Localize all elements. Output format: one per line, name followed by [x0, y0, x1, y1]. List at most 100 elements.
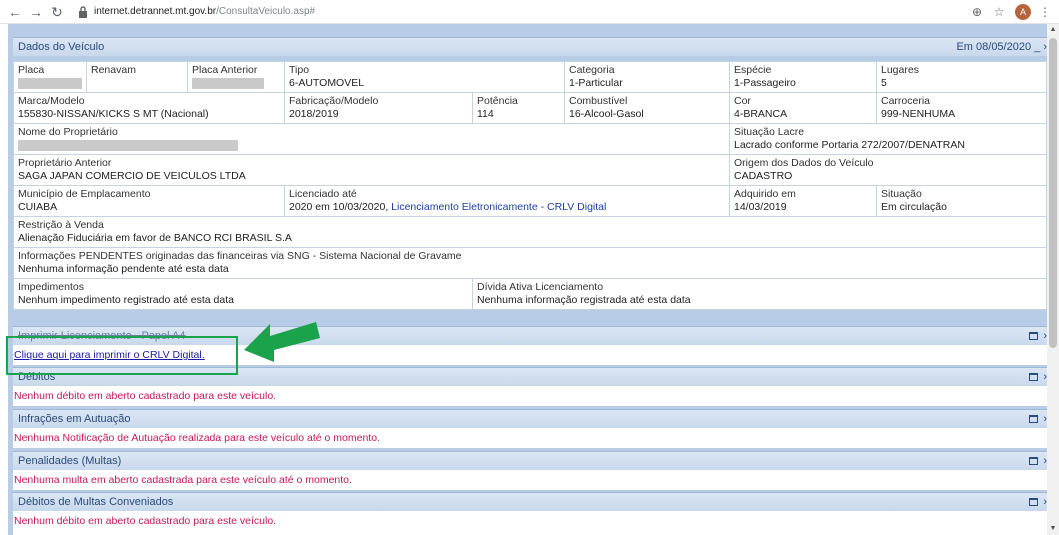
scroll-thumb[interactable] [1049, 38, 1057, 348]
categoria-value: 1-Particular [569, 77, 623, 89]
expand-icon[interactable]: › [1029, 410, 1047, 429]
reload-icon[interactable]: ↻ [48, 2, 66, 22]
date-text: Em 08/05/2020 [956, 41, 1032, 53]
vertical-scrollbar[interactable]: ▲ ▼ [1047, 24, 1059, 535]
infracoes-header[interactable]: Infrações em Autuação › [13, 409, 1047, 428]
sng-value: Nenhuma informação pendente até esta dat… [18, 263, 229, 275]
crlv-digital-link[interactable]: Licenciamento Eletronicamente - CRLV Dig… [391, 201, 606, 213]
expand-icon[interactable]: › [1029, 452, 1047, 471]
situacao-value: Em circulação [881, 201, 947, 213]
tipo-value: 6-AUTOMOVEL [289, 77, 365, 89]
carroceria-cell: Carroceria 999-NENHUMA [876, 92, 1047, 124]
infracoes-body: Nenhuma Notificação de Autuação realizad… [13, 428, 1047, 448]
municipio-value: CUIABA [18, 201, 58, 213]
divida-value: Nenhuma informação registrada até esta d… [477, 294, 691, 306]
table-row: Marca/Modelo 155830-NISSAN/KICKS S MT (Na… [13, 92, 1047, 124]
conveniados-body: Nenhum débito em aberto cadastrado para … [13, 511, 1047, 535]
impedimentos-cell: Impedimentos Nenhum impedimento registrad… [13, 278, 473, 310]
conveniados-header[interactable]: Débitos de Multas Conveniados › [13, 492, 1047, 511]
fabricacao-label: Fabricação/Modelo [289, 95, 379, 107]
table-row: Município de Emplacamento CUIABA Licencia… [13, 185, 1047, 217]
prop-anterior-cell: Proprietário Anterior SAGA JAPAN COMERCIO… [13, 154, 730, 186]
vehicle-data-header: Dados do Veículo Em 08/05/2020 _ › [13, 37, 1047, 56]
table-row: Informações PENDENTES originadas das fin… [13, 247, 1047, 279]
licenciado-cell: Licenciado até 2020 em 10/03/2020, Licenc… [284, 185, 730, 217]
expand-icon[interactable]: › [1029, 327, 1047, 346]
restricao-label: Restrição à Venda [18, 219, 104, 231]
vehicle-data-title: Dados do Veículo [18, 41, 105, 53]
restricao-cell: Restrição à Venda Alienação Fiduciária em… [13, 216, 1047, 248]
table-row: Nome do Proprietário Situação Lacre Lacra… [13, 123, 1047, 155]
penalidades-title: Penalidades (Multas) [18, 455, 122, 467]
renavam-label: Renavam [91, 64, 136, 76]
conveniados-title: Débitos de Multas Conveniados [18, 496, 174, 508]
table-row: Placa Renavam Placa Anterior Tipo 6-AUTOM… [13, 61, 1047, 93]
address-bar[interactable]: internet.detrannet.mt.gov.br/ConsultaVei… [94, 6, 315, 17]
categoria-label: Categoria [569, 64, 615, 76]
combustivel-cell: Combustível 16-Alcool-Gasol [564, 92, 730, 124]
expand-icon[interactable]: › [1029, 368, 1047, 387]
prop-anterior-value: SAGA JAPAN COMERCIO DE VEICULOS LTDA [18, 170, 246, 182]
lacre-cell: Situação Lacre Lacrado conforme Portaria … [729, 123, 1047, 155]
page-content: Dados do Veículo Em 08/05/2020 _ › Placa… [8, 24, 1047, 535]
expand-icon[interactable]: › [1029, 493, 1047, 512]
municipio-label: Município de Emplacamento [18, 188, 151, 200]
table-row: Proprietário Anterior SAGA JAPAN COMERCIO… [13, 154, 1047, 186]
cor-value: 4-BRANCA [734, 108, 788, 120]
lugares-value: 5 [881, 77, 887, 89]
carroceria-label: Carroceria [881, 95, 931, 107]
cor-cell: Cor 4-BRANCA [729, 92, 877, 124]
divida-label: Dívida Ativa Licenciamento [477, 281, 604, 293]
especie-cell: Espécie 1-Passageiro [729, 61, 877, 93]
proprietario-cell: Nome do Proprietário [13, 123, 730, 155]
tipo-cell: Tipo 6-AUTOMOVEL [284, 61, 565, 93]
vehicle-data-table: Placa Renavam Placa Anterior Tipo 6-AUTOM… [13, 61, 1047, 310]
back-arrow-icon[interactable]: ← [6, 2, 24, 22]
minimize-icon[interactable]: _ › [1034, 41, 1047, 53]
fabricacao-cell: Fabricação/Modelo 2018/2019 [284, 92, 473, 124]
lock-icon [79, 6, 87, 18]
proprietario-label: Nome do Proprietário [18, 126, 118, 138]
potencia-value: 114 [477, 108, 494, 120]
sng-label: Informações PENDENTES originadas das fin… [18, 250, 462, 262]
vehicle-data-date: Em 08/05/2020 _ › [956, 38, 1047, 57]
star-icon[interactable]: ☆ [990, 3, 1008, 21]
restricao-value: Alienação Fiduciária em favor de BANCO R… [18, 232, 292, 244]
carroceria-value: 999-NENHUMA [881, 108, 956, 120]
municipio-cell: Município de Emplacamento CUIABA [13, 185, 285, 217]
lacre-label: Situação Lacre [734, 126, 805, 138]
impedimentos-value: Nenhum impedimento registrado até esta d… [18, 294, 234, 306]
avatar[interactable]: A [1015, 4, 1031, 20]
origem-cell: Origem dos Dados do Veículo CADASTRO [729, 154, 1047, 186]
fabricacao-value: 2018/2019 [289, 108, 339, 120]
tipo-label: Tipo [289, 64, 310, 76]
potencia-label: Potência [477, 95, 518, 107]
potencia-cell: Potência 114 [472, 92, 565, 124]
menu-kebab-icon[interactable]: ⋮ [1036, 3, 1054, 21]
window-icon [1029, 332, 1039, 340]
scroll-down-icon[interactable]: ▼ [1047, 523, 1059, 535]
especie-value: 1-Passageiro [734, 77, 796, 89]
zoom-icon[interactable]: ⊕ [968, 3, 986, 21]
window-icon [1029, 498, 1039, 506]
adquirido-cell: Adquirido em 14/03/2019 [729, 185, 877, 217]
renavam-cell: Renavam [86, 61, 188, 93]
adquirido-value: 14/03/2019 [734, 201, 787, 213]
licenciado-value: 2020 em 10/03/2020, [289, 201, 389, 213]
infracoes-title: Infrações em Autuação [18, 413, 131, 425]
window-icon [1029, 415, 1039, 423]
browser-toolbar: ← → ↻ internet.detrannet.mt.gov.br/Consu… [0, 0, 1059, 24]
green-arrow-icon [244, 322, 320, 362]
sng-cell: Informações PENDENTES originadas das fin… [13, 247, 1047, 279]
lacre-value: Lacrado conforme Portaria 272/2007/DENAT… [734, 139, 965, 151]
penalidades-header[interactable]: Penalidades (Multas) › [13, 451, 1047, 470]
categoria-cell: Categoria 1-Particular [564, 61, 730, 93]
marca-value: 155830-NISSAN/KICKS S MT (Nacional) [18, 108, 209, 120]
redacted-value [192, 78, 264, 89]
cor-label: Cor [734, 95, 751, 107]
situacao-label: Situação [881, 188, 922, 200]
lugares-label: Lugares [881, 64, 919, 76]
lugares-cell: Lugares 5 [876, 61, 1047, 93]
scroll-up-icon[interactable]: ▲ [1047, 24, 1059, 36]
forward-arrow-icon[interactable]: → [27, 2, 45, 22]
